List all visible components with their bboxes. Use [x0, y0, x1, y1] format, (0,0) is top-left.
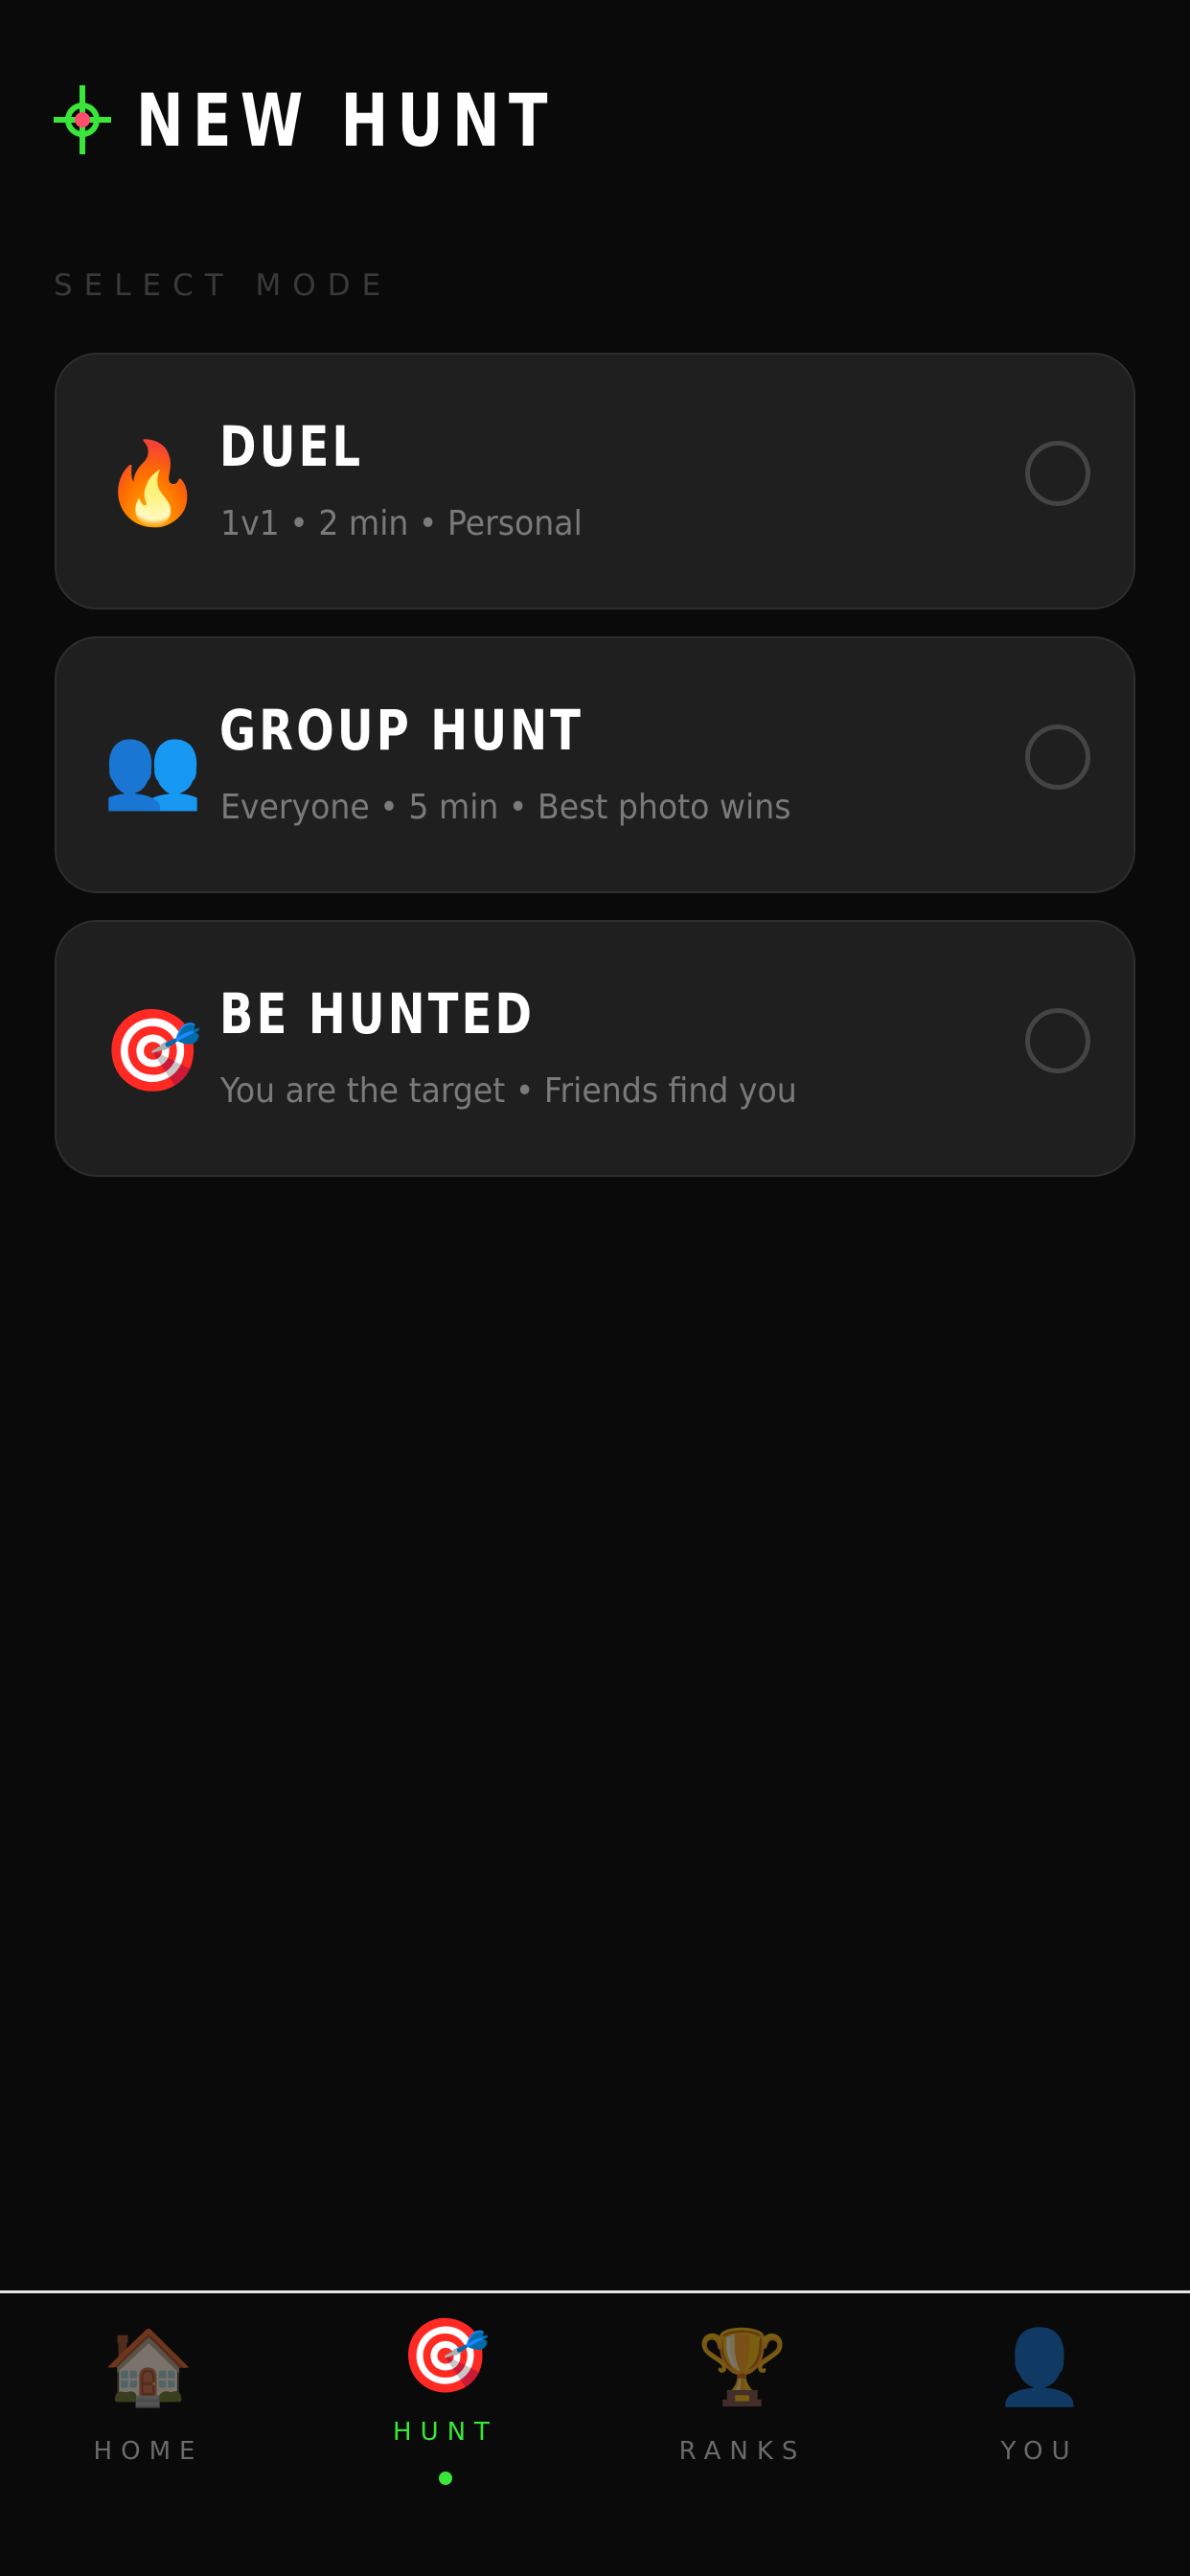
nav-item-home[interactable]: 🏠 HOME	[0, 2293, 297, 2576]
mode-card-group-hunt[interactable]: 👥 GROUP HUNT Everyone • 5 min • Best pho…	[55, 636, 1135, 893]
nav-item-hunt[interactable]: 🎯 HUNT	[297, 2293, 594, 2576]
mode-description: 1v1 • 2 min • Personal	[220, 504, 583, 543]
house-icon: 🏠	[103, 2324, 195, 2409]
busts-icon: 👥	[103, 720, 203, 814]
mode-description: You are the target • Friends find you	[220, 1071, 797, 1111]
mode-radio[interactable]	[1025, 724, 1090, 790]
mode-description: Everyone • 5 min • Best photo wins	[220, 788, 791, 827]
mode-radio[interactable]	[1025, 1008, 1090, 1073]
crosshair-icon	[54, 85, 111, 154]
active-indicator	[439, 2472, 452, 2485]
fire-icon: 🔥	[103, 436, 203, 530]
nav-label: YOU	[1000, 2437, 1079, 2466]
nav-label: RANKS	[678, 2437, 807, 2466]
target-icon: 🎯	[103, 1003, 203, 1097]
mode-radio[interactable]	[1025, 441, 1090, 506]
user-icon: 👤	[994, 2324, 1086, 2409]
header: NEW HUNT	[54, 67, 675, 172]
nav-label: HOME	[93, 2437, 204, 2466]
mode-card-be-hunted[interactable]: 🎯 BE HUNTED You are the target • Friends…	[55, 920, 1135, 1177]
mode-name: GROUP HUNT	[219, 698, 584, 763]
nav-label: HUNT	[393, 2418, 498, 2447]
mode-name: DUEL	[219, 414, 364, 479]
nav-item-ranks[interactable]: 🏆 RANKS	[594, 2293, 891, 2576]
trophy-icon: 🏆	[697, 2324, 789, 2409]
mode-name: BE HUNTED	[219, 981, 536, 1046]
section-label: SELECT MODE	[54, 268, 393, 303]
page-title: NEW HUNT	[136, 77, 557, 163]
bottom-nav: 🏠 HOME 🎯 HUNT 🏆 RANKS 👤 YOU	[0, 2290, 1190, 2576]
new-hunt-screen: NEW HUNT SELECT MODE 🔥 DUEL 1v1 • 2 min …	[0, 0, 1190, 2576]
nav-item-you[interactable]: 👤 YOU	[891, 2293, 1188, 2576]
mode-card-duel[interactable]: 🔥 DUEL 1v1 • 2 min • Personal	[55, 353, 1135, 610]
target-icon: 🎯	[400, 2312, 492, 2398]
